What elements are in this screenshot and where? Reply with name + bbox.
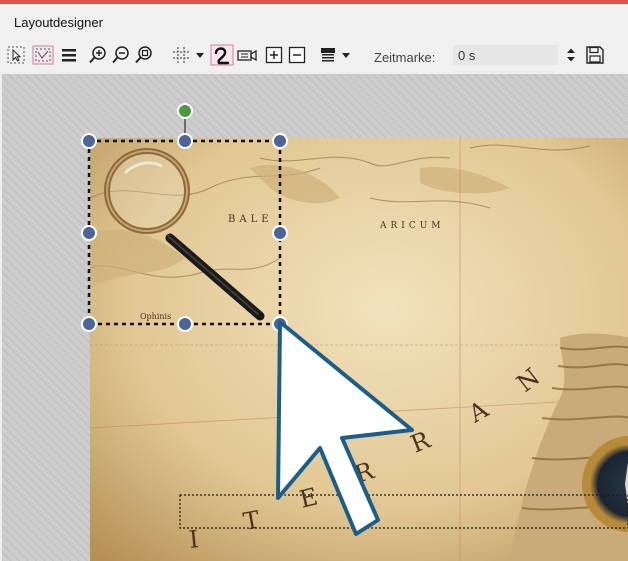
layout-designer-window: Layoutdesigner Zeitmarke: 0 s BALE ARICU… xyxy=(0,0,628,561)
resize-handle-top-left[interactable] xyxy=(81,133,97,149)
selection-frame[interactable] xyxy=(87,139,282,326)
rotate-handle[interactable] xyxy=(177,103,193,119)
text-box-outline[interactable] xyxy=(179,494,628,529)
mouse-cursor-arrow-icon xyxy=(276,320,414,536)
resize-handle-bottom-left[interactable] xyxy=(81,316,97,332)
resize-handle-left[interactable] xyxy=(81,225,97,241)
resize-handle-top[interactable] xyxy=(177,133,193,149)
resize-handle-top-right[interactable] xyxy=(272,133,288,149)
resize-handle-bottom[interactable] xyxy=(177,316,193,332)
resize-handle-right[interactable] xyxy=(272,225,288,241)
selection-overlay xyxy=(81,103,628,536)
